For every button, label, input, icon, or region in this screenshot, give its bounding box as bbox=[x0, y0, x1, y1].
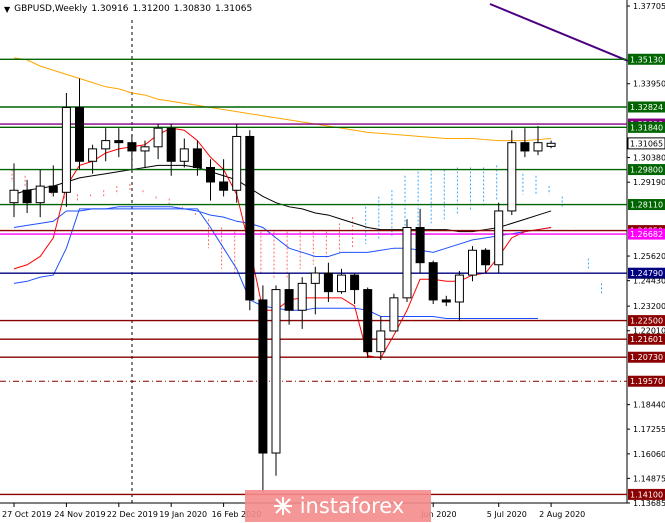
time-tick-label: 2 Aug 2020 bbox=[539, 510, 585, 519]
level-label: 1.32824 bbox=[630, 103, 663, 112]
level-label: 1.35130 bbox=[630, 55, 663, 64]
open-value: 1.30916 bbox=[91, 4, 129, 14]
candle-body bbox=[507, 142, 517, 212]
level-label: 1.19570 bbox=[630, 377, 663, 386]
watermark-text: instaforex bbox=[299, 494, 405, 518]
candle-body bbox=[389, 297, 399, 332]
candle-body bbox=[494, 210, 504, 266]
watermark: instaforex bbox=[245, 490, 431, 522]
candle-body bbox=[127, 142, 137, 152]
candle-body bbox=[310, 272, 320, 284]
price-chart[interactable]: 1.351301.328241.320001.318401.310651.298… bbox=[0, 0, 665, 523]
candle-body bbox=[284, 289, 294, 311]
candle-body bbox=[441, 299, 451, 303]
price-tick-label: 1.13685 bbox=[633, 499, 665, 508]
candle-body bbox=[9, 189, 19, 204]
candle-body bbox=[48, 185, 58, 193]
instaforex-logo-icon bbox=[273, 497, 292, 515]
level-label: 1.31840 bbox=[630, 123, 663, 132]
candle-body bbox=[337, 274, 346, 293]
candle-body bbox=[363, 289, 373, 353]
level-label: 1.28110 bbox=[630, 201, 663, 210]
price-tick-label: 1.33950 bbox=[633, 80, 665, 89]
price-tick-label: 1.29190 bbox=[633, 178, 665, 187]
candle-body bbox=[323, 272, 333, 293]
candle-body bbox=[192, 148, 202, 168]
time-tick-label: 24 Nov 2019 bbox=[54, 510, 105, 519]
candle-body bbox=[533, 142, 543, 152]
time-tick-label: 27 Oct 2019 bbox=[2, 510, 51, 519]
candle-body bbox=[88, 148, 98, 162]
candle-body bbox=[376, 330, 386, 353]
candle-body bbox=[454, 274, 464, 303]
low-value: 1.30830 bbox=[173, 4, 211, 14]
candle-body bbox=[61, 106, 71, 193]
candle-body bbox=[219, 181, 229, 191]
candle-body bbox=[520, 142, 530, 152]
candle-body bbox=[258, 299, 268, 454]
price-tick-label: 1.24430 bbox=[633, 277, 665, 286]
level-label: 1.29800 bbox=[630, 166, 663, 175]
candle-body bbox=[153, 127, 163, 148]
chart-header: ▼ GBPUSD,Weekly 1.30916 1.31200 1.30830 … bbox=[0, 0, 257, 18]
high-value: 1.31200 bbox=[132, 4, 170, 14]
candle-body bbox=[232, 135, 242, 191]
candle-body bbox=[179, 148, 189, 162]
candle-body bbox=[297, 282, 307, 311]
candle-body bbox=[75, 106, 84, 162]
price-tick-label: 1.37705 bbox=[633, 2, 665, 11]
candle-body bbox=[468, 249, 477, 276]
candle-body bbox=[546, 142, 556, 147]
candle-body bbox=[428, 262, 438, 301]
time-tick-label: 19 Jan 2020 bbox=[159, 510, 207, 519]
time-tick-label: 22 Dec 2019 bbox=[107, 510, 158, 519]
price-tick-label: 1.22010 bbox=[633, 327, 665, 336]
candle-body bbox=[114, 140, 124, 144]
chart-background bbox=[0, 0, 665, 523]
time-tick-label: 5 Jul 2020 bbox=[487, 510, 527, 519]
level-label: 1.22500 bbox=[630, 317, 663, 326]
candle-body bbox=[166, 127, 176, 162]
candle-body bbox=[245, 135, 255, 301]
price-tick-label: 1.18440 bbox=[633, 401, 665, 410]
level-label: 1.26682 bbox=[630, 230, 663, 239]
close-value: 1.31065 bbox=[214, 4, 253, 14]
candle-body bbox=[206, 166, 215, 183]
price-tick-label: 1.23200 bbox=[633, 302, 665, 311]
symbol-label: GBPUSD,Weekly bbox=[14, 4, 88, 14]
candle-body bbox=[481, 249, 491, 266]
candle-body bbox=[140, 146, 150, 152]
price-tick-label: 1.25620 bbox=[633, 252, 665, 261]
level-label: 1.21601 bbox=[630, 335, 663, 344]
price-tick-label: 1.16060 bbox=[633, 450, 665, 459]
candle-body bbox=[271, 289, 281, 454]
candle-body bbox=[402, 226, 412, 299]
level-label: 1.31065 bbox=[630, 139, 663, 148]
collapse-triangle-icon[interactable]: ▼ bbox=[4, 5, 10, 14]
price-tick-label: 1.30380 bbox=[633, 154, 665, 163]
candle-body bbox=[22, 189, 32, 204]
candle-body bbox=[350, 274, 360, 291]
level-label: 1.20730 bbox=[630, 353, 663, 362]
candle-body bbox=[35, 185, 45, 204]
candle-body bbox=[101, 140, 111, 150]
candle-body bbox=[415, 226, 425, 264]
price-tick-label: 1.14875 bbox=[633, 474, 665, 483]
price-tick-label: 1.17255 bbox=[633, 425, 665, 434]
